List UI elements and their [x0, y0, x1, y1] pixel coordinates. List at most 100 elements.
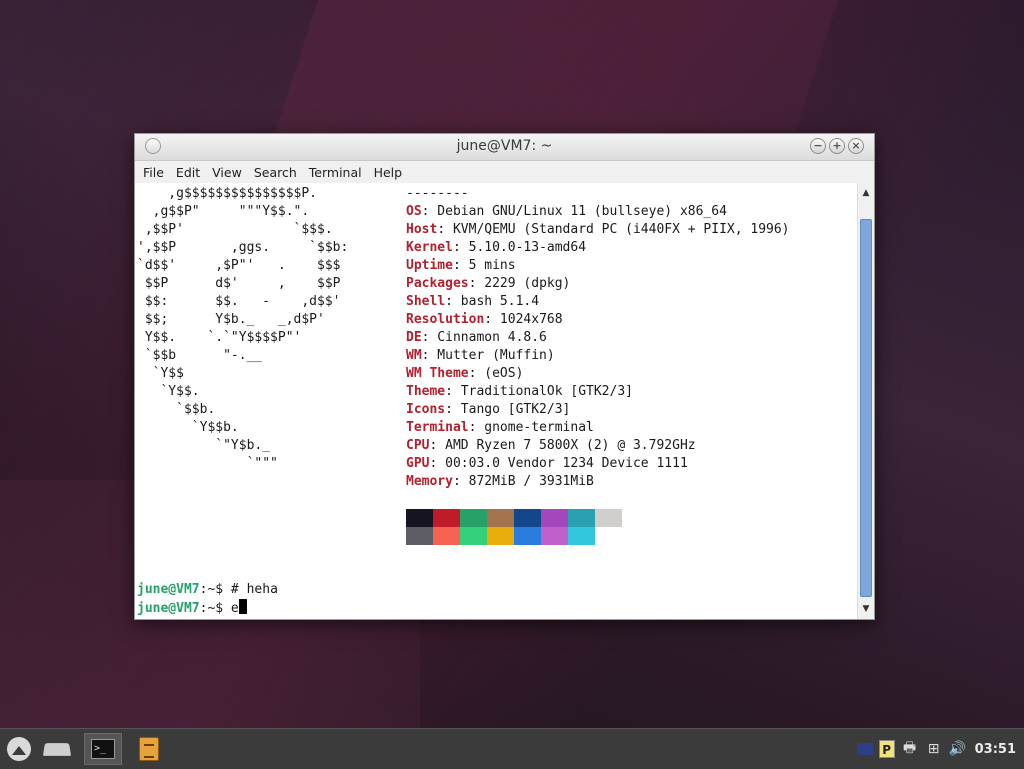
info-key: GPU — [406, 456, 430, 471]
network-icon[interactable]: ⊞ — [925, 741, 943, 757]
minimize-button[interactable]: − — [810, 138, 826, 154]
logo-line: `$$b "-.__ — [137, 348, 263, 363]
show-desktop-icon — [42, 743, 72, 756]
scroll-up-icon[interactable]: ▲ — [858, 185, 874, 201]
prompt-command: :~$ # heha — [199, 582, 278, 597]
window-title: june@VM7: ~ — [456, 138, 553, 154]
info-key: Host — [406, 222, 438, 237]
info-value: bash 5.1.4 — [452, 294, 540, 309]
info-value: 872MiB / 3931MiB — [460, 474, 594, 489]
info-line: DE: Cinnamon 4.8.6 — [406, 330, 547, 345]
info-line: Kernel: 5.10.0-13-amd64 — [406, 240, 587, 255]
color-palette-row — [406, 527, 622, 545]
taskbar-files-button[interactable] — [134, 733, 164, 765]
color-swatch — [514, 527, 541, 545]
logo-line: $$; Y$b._ _,d$P' — [137, 312, 325, 327]
menu-edit[interactable]: Edit — [175, 165, 201, 180]
color-swatch — [595, 509, 622, 527]
menu-help[interactable]: Help — [373, 165, 404, 180]
prompt-user: june@VM7 — [137, 601, 200, 616]
info-key: DE — [406, 330, 422, 345]
logo-line: `""" — [137, 456, 278, 471]
info-line: OS: Debian GNU/Linux 11 (bullseye) x86_6… — [406, 204, 727, 219]
info-key: Icons — [406, 402, 446, 417]
maximize-button[interactable]: + — [829, 138, 845, 154]
color-swatch — [568, 527, 595, 545]
terminal-icon: >_ — [91, 739, 115, 759]
info-line: CPU: AMD Ryzen 7 5800X (2) @ 3.792GHz — [406, 438, 696, 453]
logo-line: ',$$P ,ggs. `$$b: — [137, 240, 349, 255]
close-button[interactable]: × — [848, 138, 864, 154]
color-swatch — [433, 527, 460, 545]
prompt-user: june@VM7 — [137, 582, 200, 597]
info-key: Packages — [406, 276, 469, 291]
info-value: KVM/QEMU (Standard PC (i440FX + PIIX, 19… — [445, 222, 790, 237]
color-swatch — [487, 509, 514, 527]
prompt-line: june@VM7:~$ e — [137, 599, 247, 618]
info-line: Packages: 2229 (dpkg) — [406, 276, 571, 291]
info-value: 00:03.0 Vendor 1234 Device 1111 — [437, 456, 688, 471]
menu-terminal[interactable]: Terminal — [308, 165, 363, 180]
menu-button[interactable] — [4, 733, 34, 765]
info-key: Memory — [406, 474, 453, 489]
color-swatch — [433, 509, 460, 527]
color-swatch — [595, 527, 622, 545]
panel-p-icon[interactable]: P — [878, 740, 895, 758]
info-value: TraditionalOk [GTK2/3] — [452, 384, 633, 399]
color-swatch — [514, 509, 541, 527]
printer-icon[interactable]: 🖶 — [901, 737, 919, 761]
info-value: 2229 (dpkg) — [476, 276, 571, 291]
text-cursor — [238, 599, 247, 614]
taskbar: >_ P 🖶 ⊞ 🔊 03:51 — [0, 728, 1024, 769]
info-key: Kernel — [406, 240, 453, 255]
info-key: WM — [406, 348, 422, 363]
system-tray: P 🖶 ⊞ 🔊 03:51 — [856, 729, 1024, 769]
menu-file[interactable]: File — [142, 165, 165, 180]
info-key: Terminal — [406, 420, 469, 435]
prompt-command: :~$ e — [199, 601, 239, 616]
color-swatch — [487, 527, 514, 545]
color-palette-row — [406, 509, 622, 527]
info-key: Uptime — [406, 258, 453, 273]
info-value: 5 mins — [460, 258, 516, 273]
logo-line: $$P d$' , $$P — [137, 276, 341, 291]
taskbar-terminal-button[interactable]: >_ — [84, 733, 122, 765]
info-key: Theme — [406, 384, 446, 399]
scroll-down-icon[interactable]: ▼ — [858, 601, 874, 617]
menu-view[interactable]: View — [211, 165, 243, 180]
info-line: Host: KVM/QEMU (Standard PC (i440FX + PI… — [406, 222, 790, 237]
info-line: Resolution: 1024x768 — [406, 312, 563, 327]
info-line: Icons: Tango [GTK2/3] — [406, 402, 571, 417]
color-swatch — [460, 509, 487, 527]
info-key: CPU — [406, 438, 430, 453]
info-line: Uptime: 5 mins — [406, 258, 516, 273]
logo-line: Y$$. `.`"Y$$$$P"' — [137, 330, 302, 345]
show-desktop-button[interactable] — [40, 733, 74, 765]
scrollbar-thumb[interactable] — [860, 219, 872, 597]
info-key: OS — [406, 204, 422, 219]
info-line: Shell: bash 5.1.4 — [406, 294, 540, 309]
logo-line: ,g$$$$$$$$$$$$$$$P. — [137, 186, 318, 201]
color-swatch — [406, 527, 433, 545]
menu-search[interactable]: Search — [253, 165, 298, 180]
keyboard-layout-icon[interactable] — [856, 743, 873, 755]
info-value: gnome-terminal — [476, 420, 594, 435]
color-swatch — [541, 509, 568, 527]
volume-icon[interactable]: 🔊 — [949, 741, 967, 757]
prompt-line: june@VM7:~$ # heha — [137, 581, 278, 599]
color-swatch — [568, 509, 595, 527]
info-value: 5.10.0-13-amd64 — [460, 240, 587, 255]
logo-line: ,g$$P" """Y$$.". — [137, 204, 310, 219]
clock[interactable]: 03:51 — [975, 742, 1016, 757]
info-value: AMD Ryzen 7 5800X (2) @ 3.792GHz — [437, 438, 696, 453]
menu-icon — [7, 737, 31, 761]
scrollbar[interactable]: ▲ ▼ — [857, 183, 874, 619]
logo-line: `Y$$. — [137, 384, 200, 399]
info-line: GPU: 00:03.0 Vendor 1234 Device 1111 — [406, 456, 688, 471]
titlebar[interactable]: june@VM7: ~ − + × — [135, 134, 874, 161]
logo-line: `Y$$ — [137, 366, 184, 381]
terminal-output[interactable]: ,g$$$$$$$$$$$$$$$P. ,g$$P" """Y$$.". ,$$… — [135, 183, 857, 619]
info-value: Debian GNU/Linux 11 (bullseye) x86_64 — [429, 204, 727, 219]
info-value: (eOS) — [476, 366, 524, 381]
logo-line: ,$$P' `$$$. — [137, 222, 333, 237]
